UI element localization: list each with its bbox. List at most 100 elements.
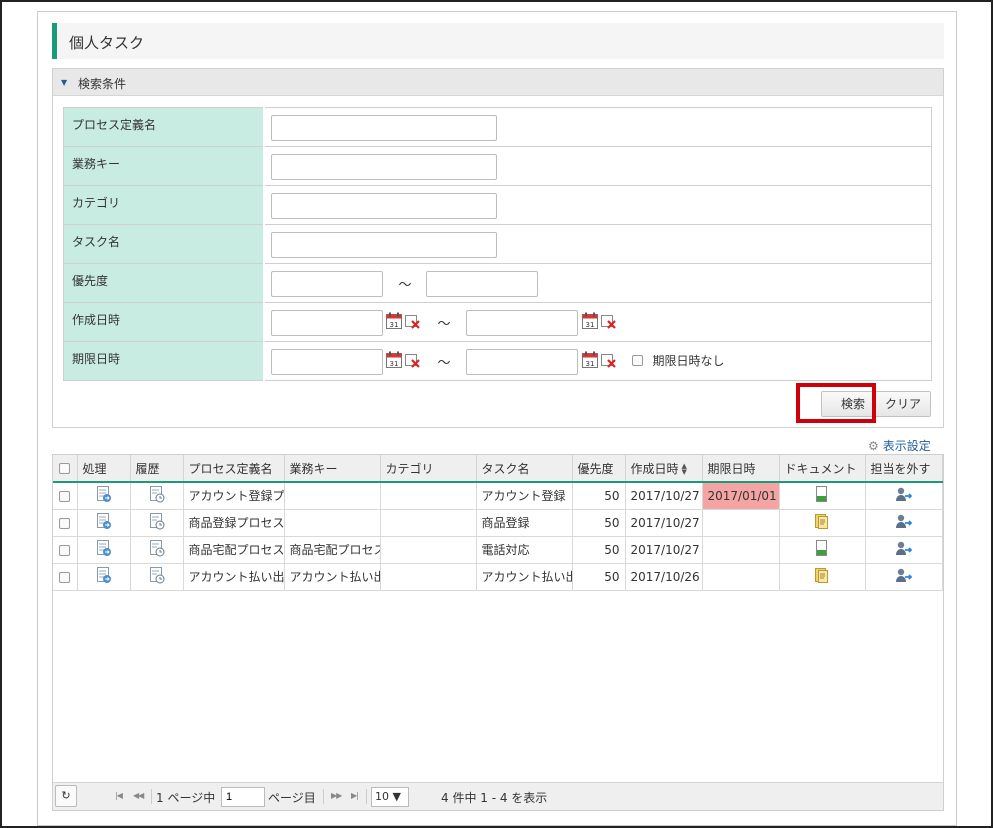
unassign-cell[interactable] xyxy=(865,482,943,510)
column-header[interactable]: タスク名 xyxy=(476,455,573,483)
document-cell[interactable] xyxy=(779,509,866,537)
deadline-from-input[interactable] xyxy=(270,349,383,375)
history-icon[interactable] xyxy=(149,512,165,533)
priority-cell: 50 xyxy=(572,509,626,537)
created-date-cell: 2017/10/27 xyxy=(625,509,703,537)
range-tilde: ～ xyxy=(398,278,412,293)
category-cell xyxy=(380,509,477,537)
priority-from-input[interactable] xyxy=(270,271,383,297)
deadline-to-input[interactable] xyxy=(465,349,578,375)
personal-task-panel: 個人タスク ▼ 検索条件 プロセス定義名 業務キー カテゴリ タスク名 優先度 … xyxy=(37,11,957,826)
document-icon[interactable] xyxy=(815,486,829,505)
process-task-icon[interactable] xyxy=(96,539,112,560)
range-tilde: ～ xyxy=(437,356,451,371)
calendar-icon[interactable]: 31 xyxy=(581,351,598,368)
row-select-cell[interactable] xyxy=(53,482,78,510)
clear-date-icon[interactable] xyxy=(600,354,617,368)
last-page-icon[interactable]: ▶| xyxy=(351,791,359,800)
pager-separator xyxy=(151,789,152,804)
history-icon[interactable] xyxy=(149,566,165,587)
row-checkbox[interactable] xyxy=(59,544,71,556)
history-icon[interactable] xyxy=(149,485,165,506)
column-header[interactable]: 担当を外す xyxy=(865,455,943,483)
document-icon[interactable] xyxy=(815,540,829,559)
unassign-cell[interactable] xyxy=(865,509,943,537)
table-row[interactable]: アカウント払い出 アカウント払い出 アカウント払い出 50 2017/10/26 xyxy=(53,563,943,591)
select-all-checkbox[interactable] xyxy=(59,463,71,474)
refresh-button[interactable]: ↻ xyxy=(55,785,77,807)
select-all-checkbox-cell[interactable] xyxy=(53,455,78,483)
process-task-icon[interactable] xyxy=(96,566,112,587)
history-cell[interactable] xyxy=(130,482,184,510)
unassign-user-icon[interactable] xyxy=(895,541,913,559)
range-tilde: ～ xyxy=(437,317,451,332)
clear-date-icon[interactable] xyxy=(404,315,421,329)
column-header[interactable]: 期限日時 xyxy=(702,455,780,483)
clear-date-icon[interactable] xyxy=(404,354,421,368)
history-cell[interactable] xyxy=(130,536,184,564)
calendar-day-number: 31 xyxy=(585,360,594,368)
document-cell[interactable] xyxy=(779,563,866,591)
row-checkbox[interactable] xyxy=(59,571,71,583)
task-name-cell: 電話対応 xyxy=(476,536,573,564)
document-cell[interactable] xyxy=(779,536,866,564)
process-cell[interactable] xyxy=(77,536,131,564)
process-task-icon[interactable] xyxy=(96,512,112,533)
row-select-cell[interactable] xyxy=(53,563,78,591)
collapse-triangle-icon[interactable]: ▼ xyxy=(61,78,67,87)
first-page-icon[interactable]: |◀ xyxy=(115,791,123,800)
column-header[interactable]: 処理 xyxy=(77,455,131,483)
priority-to-input[interactable] xyxy=(425,271,538,297)
unassign-user-icon[interactable] xyxy=(895,568,913,586)
deadline-cell: 2017/01/01 xyxy=(702,482,780,510)
table-row[interactable]: アカウント登録プ アカウント登録 50 2017/10/27 2017/01/01 xyxy=(53,482,943,510)
no-deadline-checkbox[interactable] xyxy=(631,355,643,366)
search-conditions-header[interactable]: ▼ 検索条件 xyxy=(53,69,943,96)
display-settings-link[interactable]: ⚙ 表示設定 xyxy=(868,437,931,454)
row-checkbox[interactable] xyxy=(59,517,71,529)
prev-page-icon[interactable]: ◀◀ xyxy=(133,791,144,800)
category-label: カテゴリ xyxy=(63,185,265,225)
category-input[interactable] xyxy=(270,193,497,219)
column-header[interactable]: カテゴリ xyxy=(380,455,477,483)
created-to-input[interactable] xyxy=(465,310,578,336)
column-header[interactable]: 業務キー xyxy=(284,455,381,483)
calendar-icon[interactable]: 31 xyxy=(581,312,598,329)
table-row[interactable]: 商品登録プロセス 商品登録 50 2017/10/27 xyxy=(53,509,943,537)
clear-button[interactable]: クリア xyxy=(875,391,931,417)
unassign-user-icon[interactable] xyxy=(895,488,913,505)
process-cell[interactable] xyxy=(77,509,131,537)
gear-icon: ⚙ xyxy=(868,439,879,453)
column-header[interactable]: ドキュメント xyxy=(779,455,866,483)
history-cell[interactable] xyxy=(130,563,184,591)
process-task-icon[interactable] xyxy=(96,485,112,506)
next-page-icon[interactable]: ▶▶ xyxy=(331,791,342,800)
calendar-icon[interactable]: 31 xyxy=(385,351,402,368)
page-number-input[interactable] xyxy=(221,787,265,807)
business-key-input[interactable] xyxy=(270,154,497,180)
document-icon[interactable] xyxy=(814,514,830,532)
row-checkbox[interactable] xyxy=(59,490,71,502)
history-cell[interactable] xyxy=(130,509,184,537)
unassign-cell[interactable] xyxy=(865,563,943,591)
calendar-icon[interactable]: 31 xyxy=(385,312,402,329)
column-header[interactable]: 履歴 xyxy=(130,455,184,483)
column-header[interactable]: プロセス定義名 xyxy=(183,455,285,483)
unassign-cell[interactable] xyxy=(865,536,943,564)
process-name-input[interactable] xyxy=(270,115,497,141)
page-size-select[interactable]: 10 ▼ xyxy=(371,787,409,807)
unassign-user-icon[interactable] xyxy=(895,514,913,532)
created-from-input[interactable] xyxy=(270,310,383,336)
row-select-cell[interactable] xyxy=(53,509,78,537)
column-header[interactable]: 優先度 xyxy=(572,455,626,483)
row-select-cell[interactable] xyxy=(53,536,78,564)
history-icon[interactable] xyxy=(149,539,165,560)
clear-date-icon[interactable] xyxy=(600,315,617,329)
task-name-input[interactable] xyxy=(270,232,497,258)
document-cell[interactable] xyxy=(779,482,866,510)
document-icon[interactable] xyxy=(814,568,830,586)
table-row[interactable]: 商品宅配プロセス 商品宅配プロセス 電話対応 50 2017/10/27 xyxy=(53,536,943,564)
process-cell[interactable] xyxy=(77,563,131,591)
process-cell[interactable] xyxy=(77,482,131,510)
created-date-column-header[interactable]: 作成日時 ▲ ▼ xyxy=(625,455,703,483)
